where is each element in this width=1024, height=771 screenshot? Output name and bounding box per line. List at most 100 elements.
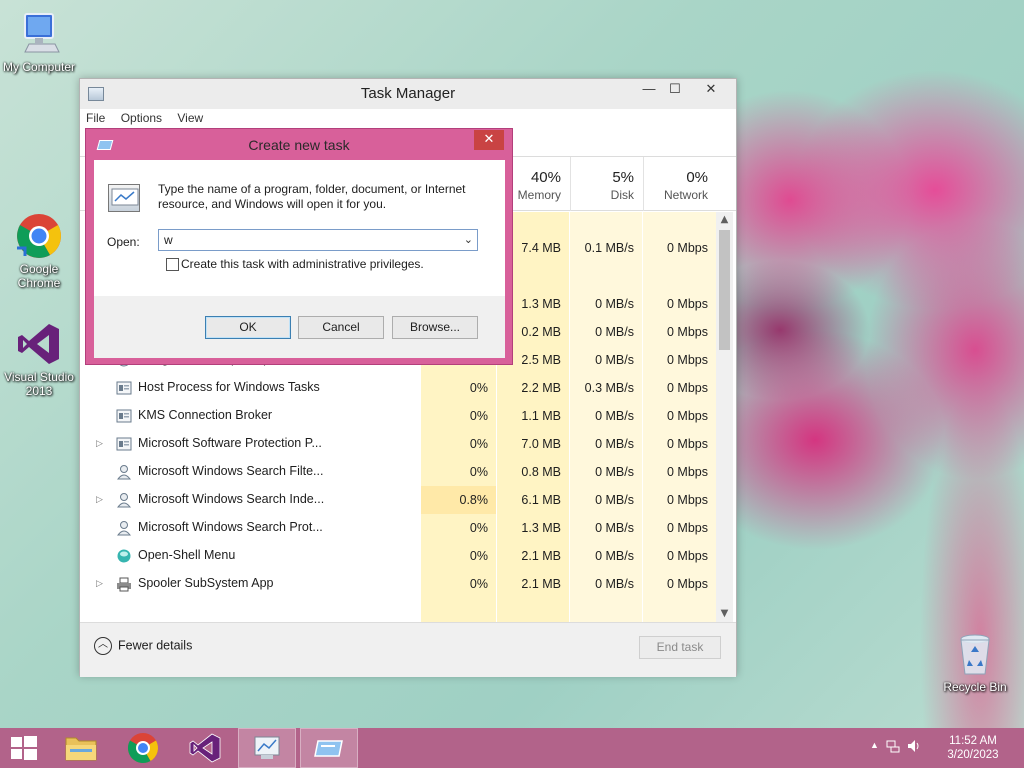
taskbar-chrome[interactable] (118, 728, 168, 768)
menu-view[interactable]: View (177, 111, 203, 125)
expand-row-icon[interactable]: ▷ (96, 578, 104, 589)
network-value: 0 Mbps (667, 297, 708, 311)
process-name: Microsoft Software Protection P... (138, 436, 322, 450)
menu-file[interactable]: File (86, 111, 105, 125)
windows-logo-icon (11, 736, 37, 760)
network-icon[interactable] (886, 739, 900, 756)
host-process-icon (116, 380, 132, 396)
desktop-icon-label: Recycle Bin (943, 680, 1007, 694)
process-row[interactable]: Microsoft Windows Search Filte... 0% 0.8 M… (80, 458, 716, 486)
disk-value: 0.1 MB/s (584, 241, 634, 255)
memory-value: 7.0 MB (521, 437, 561, 451)
expand-row-icon[interactable]: ▷ (96, 494, 104, 505)
browse-button[interactable]: Browse... (392, 316, 478, 339)
close-button[interactable]: ✕ (688, 79, 734, 101)
scroll-up-icon[interactable]: ▲ (716, 212, 733, 228)
network-label: Network (663, 188, 708, 202)
desktop-icon-label: Google Chrome (17, 262, 61, 290)
process-row[interactable]: ▷ Microsoft Software Protection P... 0% 7.0… (80, 430, 716, 458)
column-network[interactable]: 0% Network (643, 157, 716, 211)
task-manager-titlebar[interactable]: Task Manager — ☐ ✕ (80, 79, 736, 109)
visual-studio-icon (189, 733, 221, 763)
dialog-titlebar[interactable]: Create new task (86, 129, 512, 159)
scroll-down-icon[interactable]: ▼ (716, 606, 733, 622)
run-dialog-icon (96, 140, 114, 150)
process-name: Microsoft Windows Search Inde... (138, 492, 325, 506)
network-value: 0 Mbps (667, 577, 708, 591)
cpu-value: 0% (469, 549, 488, 563)
task-manager-menubar: File Options View (86, 111, 215, 129)
admin-privileges-label[interactable]: Create this task with administrative pri… (181, 257, 424, 271)
process-row[interactable]: KMS Connection Broker 0% 1.1 MB 0 MB/s 0 Mbp… (80, 402, 716, 430)
menu-options[interactable]: Options (121, 111, 162, 125)
clock[interactable]: 11:52 AM 3/20/2023 (938, 734, 1008, 762)
disk-value: 0.3 MB/s (584, 381, 634, 395)
cpu-value: 0% (469, 577, 488, 591)
show-hidden-icons-icon[interactable]: ▲ (870, 740, 879, 750)
run-dialog-icon (314, 740, 343, 757)
network-value: 0 Mbps (667, 521, 708, 535)
chevron-down-icon[interactable]: ⌄ (464, 230, 473, 250)
taskbar-task-manager[interactable] (238, 728, 296, 768)
process-row[interactable]: Open-Shell Menu 0% 2.1 MB 0 MB/s 0 Mbps (80, 542, 716, 570)
fewer-details-button[interactable]: ︿ Fewer details (94, 637, 192, 655)
clock-date: 3/20/2023 (947, 749, 999, 761)
end-task-button[interactable]: End task (639, 636, 721, 659)
expand-row-icon[interactable]: ▷ (96, 438, 104, 449)
task-manager-icon (88, 87, 104, 101)
open-combobox[interactable]: w ⌄ (158, 229, 478, 251)
network-value: 0 Mbps (667, 437, 708, 451)
taskbar-file-explorer[interactable] (56, 728, 106, 768)
open-label: Open: (107, 235, 140, 249)
desktop-icon-google-chrome[interactable]: Google Chrome (1, 212, 77, 290)
cpu-value: 0% (469, 521, 488, 535)
scrollbar-thumb[interactable] (719, 230, 730, 350)
dialog-content: Type the name of a program, folder, docu… (94, 160, 505, 296)
memory-value: 2.2 MB (521, 381, 561, 395)
network-value (643, 262, 716, 290)
search-filter-icon (116, 464, 132, 480)
network-value: 0 Mbps (667, 241, 708, 255)
system-tray: ▲ 11:52 AM 3/20/2023 (858, 728, 1018, 768)
cpu-value: 0% (469, 409, 488, 423)
memory-value: 6.1 MB (521, 493, 561, 507)
cpu-value: 0% (469, 437, 488, 451)
taskbar-run-dialog[interactable] (300, 728, 358, 768)
run-program-icon (108, 184, 140, 212)
admin-privileges-checkbox[interactable] (166, 258, 179, 271)
desktop-icon-my-computer[interactable]: My Computer (1, 10, 77, 74)
create-new-task-dialog: Create new task ✕ Type the name of a pro… (85, 128, 513, 365)
process-row[interactable]: Microsoft Windows Search Prot... 0% 1.3 MB… (80, 514, 716, 542)
fewer-details-label: Fewer details (118, 638, 193, 653)
process-list-scrollbar[interactable]: ▲ ▼ (716, 212, 733, 622)
folder-icon (65, 737, 97, 761)
desktop-icon-label: Visual Studio 2013 (4, 370, 74, 398)
process-row[interactable]: ▷ Spooler SubSystem App 0% 2.1 MB 0 MB/s 0 Mb… (80, 570, 716, 598)
chrome-icon (127, 733, 159, 764)
desktop-icon-visual-studio[interactable]: Visual Studio 2013 (1, 320, 77, 398)
minimize-button[interactable]: — (636, 79, 662, 101)
start-button[interactable] (0, 728, 48, 768)
search-indexer-icon (116, 492, 132, 508)
process-name: Open-Shell Menu (138, 548, 236, 562)
volume-icon[interactable] (906, 738, 922, 757)
task-manager-icon (254, 736, 280, 759)
dialog-close-button[interactable]: ✕ (474, 130, 504, 150)
network-value: 0 Mbps (667, 409, 708, 423)
network-percent: 0% (686, 169, 708, 186)
process-row[interactable]: ▷ Microsoft Windows Search Inde... 0.8% 6.1… (80, 486, 716, 514)
open-shell-icon (116, 548, 132, 564)
disk-value: 0 MB/s (595, 353, 634, 367)
process-row[interactable]: Host Process for Windows Tasks 0% 2.2 MB 0.… (80, 374, 716, 402)
taskbar-visual-studio[interactable] (180, 728, 230, 768)
column-disk[interactable]: 5% Disk (570, 157, 642, 211)
desktop-icon-recycle-bin[interactable]: Recycle Bin (937, 630, 1013, 694)
cancel-button[interactable]: Cancel (298, 316, 384, 339)
memory-value: 2.1 MB (521, 549, 561, 563)
ok-button[interactable]: OK (205, 316, 291, 339)
network-value (643, 212, 716, 234)
memory-value: 1.3 MB (521, 521, 561, 535)
dialog-title: Create new task (248, 137, 350, 153)
maximize-button[interactable]: ☐ (662, 79, 688, 101)
disk-value: 0 MB/s (595, 437, 634, 451)
